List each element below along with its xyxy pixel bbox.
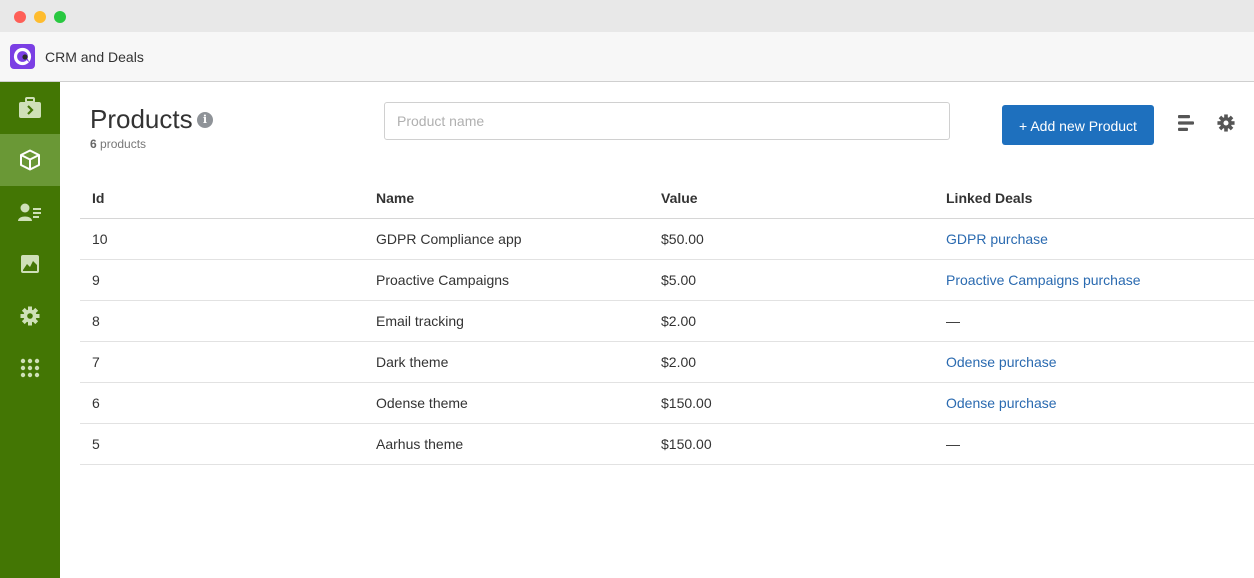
settings-gear-icon[interactable] <box>1215 112 1237 134</box>
product-id: 9 <box>92 272 100 288</box>
product-name: Aarhus theme <box>376 436 464 452</box>
box-icon <box>20 149 40 171</box>
column-header-value[interactable]: Value <box>661 178 698 218</box>
linked-deal-link[interactable]: Odense purchase <box>946 342 1057 382</box>
product-id: 5 <box>92 436 100 452</box>
briefcase-icon <box>19 97 41 118</box>
apps-grid-icon <box>20 358 40 378</box>
close-window-button[interactable] <box>14 11 26 23</box>
maximize-window-button[interactable] <box>54 11 66 23</box>
app-logo-icon <box>10 44 35 69</box>
table-row[interactable]: 7 Dark theme $2.00 Odense purchase <box>80 342 1254 383</box>
column-header-linked-deals[interactable]: Linked Deals <box>946 178 1032 218</box>
product-value: $2.00 <box>661 313 697 329</box>
table-row[interactable]: 10 GDPR Compliance app $50.00 GDPR purch… <box>80 219 1254 260</box>
linked-deal-empty: — <box>946 436 960 452</box>
column-header-name[interactable]: Name <box>376 178 414 218</box>
sidebar-item-products[interactable] <box>0 134 60 186</box>
product-name: Dark theme <box>376 354 449 370</box>
product-count: 6 products <box>90 137 146 151</box>
sidebar-item-deals[interactable] <box>0 82 60 134</box>
page-title: Products <box>90 104 193 134</box>
linked-deal-link[interactable]: GDPR purchase <box>946 219 1048 259</box>
product-value: $5.00 <box>661 272 697 288</box>
product-value: $150.00 <box>661 436 712 452</box>
product-name: GDPR Compliance app <box>376 231 522 247</box>
product-count-number: 6 <box>90 137 97 151</box>
sidebar-item-settings[interactable] <box>0 290 60 342</box>
linked-deal-link[interactable]: Proactive Campaigns purchase <box>946 260 1141 300</box>
app-title: CRM and Deals <box>45 49 144 65</box>
chart-icon <box>21 255 39 273</box>
contacts-icon <box>18 203 41 221</box>
add-product-button[interactable]: + Add new Product <box>1002 105 1154 145</box>
product-id: 8 <box>92 313 100 329</box>
product-count-label: products <box>100 137 147 151</box>
product-value: $150.00 <box>661 395 712 411</box>
table-row[interactable]: 5 Aarhus theme $150.00 — <box>80 424 1254 465</box>
column-header-id[interactable]: Id <box>92 178 104 218</box>
columns-icon[interactable] <box>1175 112 1197 134</box>
table-row[interactable]: 6 Odense theme $150.00 Odense purchase <box>80 383 1254 424</box>
gear-icon <box>20 306 40 326</box>
sidebar-item-contacts[interactable] <box>0 186 60 238</box>
app-header: CRM and Deals <box>0 32 1254 82</box>
info-icon[interactable]: i <box>197 112 213 128</box>
product-id: 7 <box>92 354 100 370</box>
window-titlebar <box>0 0 1254 32</box>
product-name: Proactive Campaigns <box>376 272 510 288</box>
product-value: $2.00 <box>661 354 697 370</box>
products-table: Id Name Value Linked Deals 10 GDPR Compl… <box>80 178 1254 465</box>
table-row[interactable]: 9 Proactive Campaigns $5.00 Proactive Ca… <box>80 260 1254 301</box>
linked-deal-link[interactable]: Odense purchase <box>946 383 1057 423</box>
product-name: Email tracking <box>376 313 464 329</box>
product-id: 10 <box>92 231 108 247</box>
product-name: Odense theme <box>376 395 468 411</box>
app-window: CRM and Deals Products i 6 products Prod… <box>0 0 1254 578</box>
linked-deal-empty: — <box>946 313 960 329</box>
main-content: Products i 6 products + Add new Product <box>60 82 1254 578</box>
sidebar-item-apps[interactable] <box>0 342 60 394</box>
table-row[interactable]: 8 Email tracking $2.00 — <box>80 301 1254 342</box>
minimize-window-button[interactable] <box>34 11 46 23</box>
table-header-row: Id Name Value Linked Deals <box>80 178 1254 219</box>
sidebar-nav <box>0 82 60 578</box>
sidebar-item-reports[interactable] <box>0 238 60 290</box>
product-value: $50.00 <box>661 231 704 247</box>
product-id: 6 <box>92 395 100 411</box>
search-input[interactable] <box>384 102 950 140</box>
